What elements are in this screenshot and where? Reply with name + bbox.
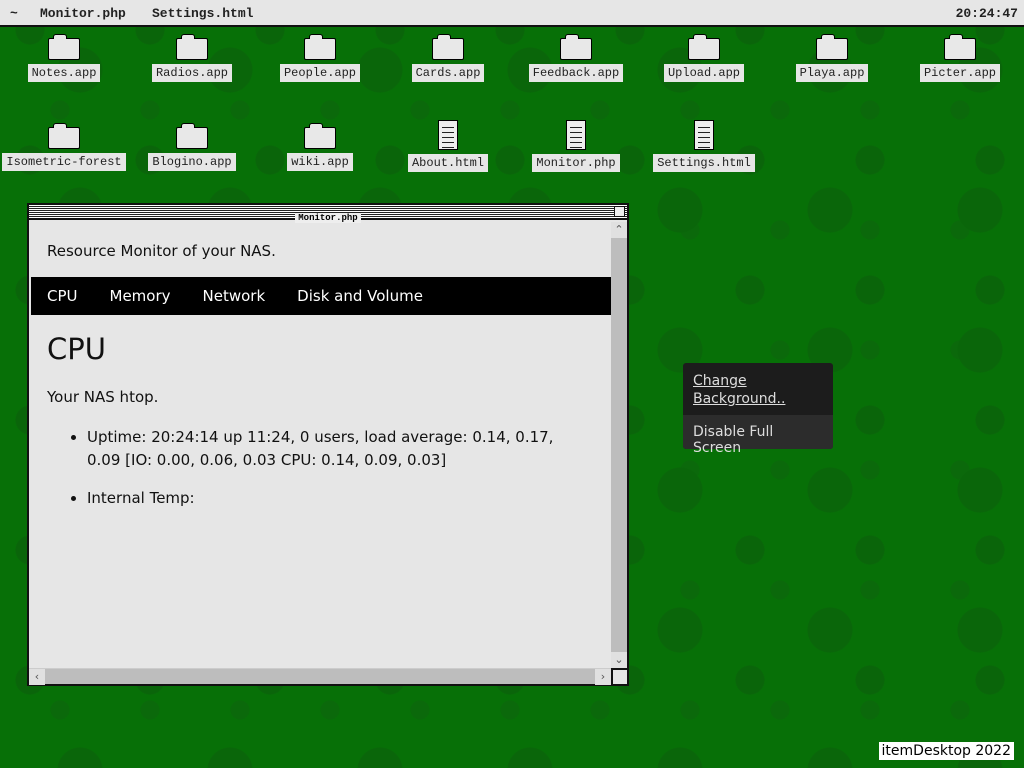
desktop-icon[interactable]: Cards.app	[384, 34, 512, 82]
desktop-icon-label: About.html	[407, 154, 488, 172]
desktop-icon[interactable]: About.html	[384, 120, 512, 172]
desktop-icon-label: People.app	[279, 64, 360, 82]
desktop-icon-label: Notes.app	[27, 64, 101, 82]
top-menu-bar: ~ Monitor.php Settings.html 20:24:47	[0, 0, 1024, 27]
desktop-icon-label: wiki.app	[287, 153, 353, 171]
desktop-icon[interactable]: wiki.app	[256, 123, 384, 171]
page-title: CPU	[47, 332, 106, 366]
home-menu[interactable]: ~	[10, 6, 18, 21]
uptime-item: Uptime: 20:24:14 up 11:24, 0 users, load…	[87, 426, 587, 472]
nav-network[interactable]: Network	[203, 277, 266, 315]
taskbar-item-monitor[interactable]: Monitor.php	[40, 6, 126, 21]
horizontal-scrollbar[interactable]: ‹ ›	[29, 668, 611, 685]
desktop-icon-label: Settings.html	[653, 154, 755, 172]
folder-icon	[560, 34, 592, 60]
window-content: Resource Monitor of your NAS. CPU Memory…	[31, 222, 611, 668]
document-icon	[438, 120, 458, 150]
change-background-link[interactable]: Change Background..	[693, 372, 803, 408]
desktop-icon-label: Isometric-forest	[2, 153, 126, 171]
desktop-icon-label: Cards.app	[411, 64, 485, 82]
folder-icon	[944, 34, 976, 60]
nav-memory[interactable]: Memory	[110, 277, 171, 315]
desktop-icon-label: Upload.app	[663, 64, 744, 82]
document-icon	[694, 120, 714, 150]
desktop-icon[interactable]: People.app	[256, 34, 384, 82]
folder-icon	[48, 123, 80, 149]
chevron-down-icon[interactable]: ⌄	[611, 652, 627, 668]
desktop-icon-label: Radios.app	[151, 64, 232, 82]
desktop-icon[interactable]: Upload.app	[640, 34, 768, 82]
folder-icon	[432, 34, 464, 60]
chevron-right-icon[interactable]: ›	[595, 669, 611, 685]
chevron-up-icon[interactable]: ⌃	[611, 222, 627, 238]
disable-fullscreen-item[interactable]: Disable Full Screen	[683, 415, 833, 456]
desktop-icon[interactable]: Notes.app	[0, 34, 128, 82]
folder-icon	[176, 123, 208, 149]
resize-handle[interactable]	[611, 668, 627, 684]
desktop-icon[interactable]: Playa.app	[768, 34, 896, 82]
window-zoom-button[interactable]	[614, 206, 625, 217]
folder-icon	[48, 34, 80, 60]
intro-text: Your NAS htop.	[47, 388, 159, 406]
context-menu: Change Background.. Disable Full Screen	[683, 363, 833, 456]
desktop-icon[interactable]: Feedback.app	[512, 34, 640, 82]
nav-bar: CPU Memory Network Disk and Volume	[31, 277, 611, 315]
document-icon	[566, 120, 586, 150]
desktop-icon-label: Picter.app	[919, 64, 1000, 82]
desktop-icon-label: Blogino.app	[148, 153, 236, 171]
desktop-icon[interactable]: Settings.html	[640, 120, 768, 172]
nav-cpu[interactable]: CPU	[47, 277, 78, 315]
desktop-icon-label: Monitor.php	[532, 154, 620, 172]
monitor-window: Monitor.php Resource Monitor of your NAS…	[27, 203, 629, 686]
folder-icon	[816, 34, 848, 60]
window-title-bar[interactable]: Monitor.php	[29, 205, 627, 223]
folder-icon	[304, 34, 336, 60]
folder-icon	[304, 123, 336, 149]
clock: 20:24:47	[955, 6, 1018, 21]
desktop-icon[interactable]: Radios.app	[128, 34, 256, 82]
folder-icon	[176, 34, 208, 60]
page-header: Resource Monitor of your NAS.	[47, 242, 276, 260]
desktop-icon[interactable]: Monitor.php	[512, 120, 640, 172]
chevron-left-icon[interactable]: ‹	[29, 669, 45, 685]
taskbar-item-settings[interactable]: Settings.html	[152, 6, 253, 21]
credit-label: itemDesktop 2022	[878, 742, 1014, 760]
folder-icon	[688, 34, 720, 60]
vertical-scrollbar[interactable]: ⌃ ⌄	[611, 222, 627, 668]
desktop-icon[interactable]: Blogino.app	[128, 123, 256, 171]
desktop-icon[interactable]: Isometric-forest	[0, 123, 128, 171]
desktop-icon-label: Playa.app	[795, 64, 869, 82]
desktop-icon[interactable]: Picter.app	[896, 34, 1024, 82]
desktop-icon-label: Feedback.app	[528, 64, 624, 82]
temp-item: Internal Temp:	[87, 487, 587, 510]
nav-disk-volume[interactable]: Disk and Volume	[297, 277, 423, 315]
